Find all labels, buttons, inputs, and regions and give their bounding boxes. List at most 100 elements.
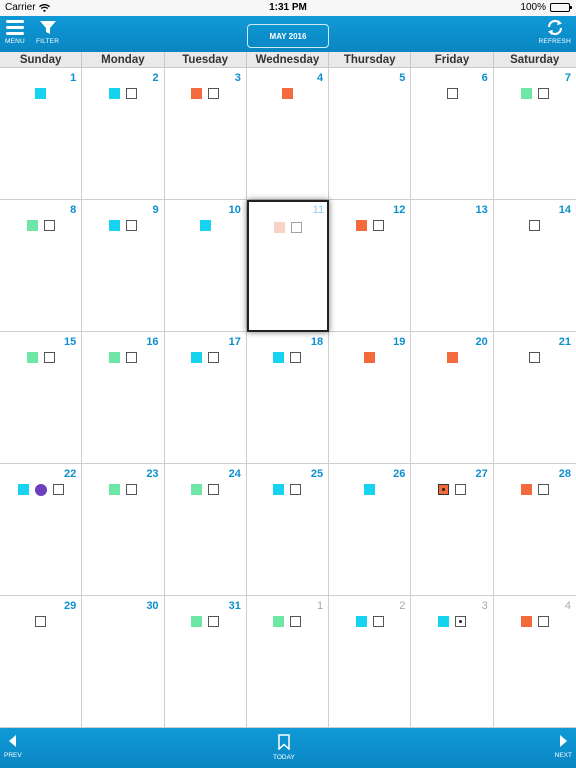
cyan-event-marker[interactable]: [17, 484, 29, 495]
cyan-event-marker[interactable]: [108, 220, 120, 231]
empty-event-checkbox[interactable]: [372, 220, 384, 231]
cyan-event-marker[interactable]: [273, 484, 285, 495]
green-event-marker[interactable]: [108, 484, 120, 495]
day-cell[interactable]: 6: [411, 68, 494, 200]
empty-event-checkbox[interactable]: [290, 616, 302, 627]
cyan-event-marker[interactable]: [35, 88, 47, 99]
day-cell[interactable]: 2: [329, 596, 412, 728]
day-cell[interactable]: 5: [329, 68, 412, 200]
purple-event-dot[interactable]: [34, 484, 47, 496]
empty-event-checkbox[interactable]: [208, 484, 220, 495]
day-cell[interactable]: 15: [0, 332, 83, 464]
event-markers: [0, 88, 81, 99]
empty-event-checkbox[interactable]: [43, 352, 55, 363]
empty-event-checkbox[interactable]: [208, 352, 220, 363]
orange-event-marker[interactable]: [520, 616, 532, 627]
green-event-marker[interactable]: [26, 220, 38, 231]
peach-event-marker[interactable]: [273, 222, 285, 233]
green-event-marker[interactable]: [191, 484, 203, 495]
empty-event-checkbox[interactable]: [125, 220, 137, 231]
day-cell[interactable]: 3: [411, 596, 494, 728]
empty-event-checkbox[interactable]: [537, 616, 549, 627]
day-cell[interactable]: 8: [0, 200, 83, 332]
empty-event-checkbox[interactable]: [290, 352, 302, 363]
day-cell[interactable]: 10: [164, 200, 247, 332]
day-cell[interactable]: 2: [82, 68, 165, 200]
day-cell-today[interactable]: 11: [246, 200, 330, 332]
day-cell[interactable]: 25: [246, 464, 330, 596]
green-event-marker[interactable]: [520, 88, 532, 99]
day-cell[interactable]: 30: [82, 596, 165, 728]
day-cell[interactable]: 1: [246, 596, 330, 728]
orange-event-marker[interactable]: [446, 352, 458, 363]
day-cell[interactable]: 4: [246, 68, 330, 200]
empty-event-checkbox[interactable]: [52, 484, 64, 495]
cyan-event-marker[interactable]: [199, 220, 211, 231]
empty-event-checkbox[interactable]: [372, 616, 384, 627]
day-cell[interactable]: 13: [411, 200, 494, 332]
cyan-event-marker[interactable]: [438, 616, 450, 627]
cyan-event-marker[interactable]: [355, 616, 367, 627]
green-event-marker[interactable]: [191, 616, 203, 627]
day-cell[interactable]: 16: [82, 332, 165, 464]
month-selector-button[interactable]: MAY 2016: [247, 24, 329, 48]
green-event-marker[interactable]: [108, 352, 120, 363]
day-cell[interactable]: 31: [164, 596, 247, 728]
today-button[interactable]: TODAY: [273, 734, 295, 761]
cyan-event-marker[interactable]: [108, 88, 120, 99]
cyan-event-marker[interactable]: [273, 352, 285, 363]
empty-event-checkbox[interactable]: [529, 352, 541, 363]
orange-event-marker[interactable]: [355, 220, 367, 231]
day-cell[interactable]: 22: [0, 464, 83, 596]
event-markers: [247, 616, 328, 627]
day-cell[interactable]: 14: [493, 200, 576, 332]
day-cell[interactable]: 7: [493, 68, 576, 200]
refresh-button[interactable]: REFRESH: [539, 19, 571, 45]
empty-event-checkbox[interactable]: [537, 484, 549, 495]
cyan-event-marker[interactable]: [191, 352, 203, 363]
dotted-event-checkbox[interactable]: [455, 616, 467, 627]
day-cell[interactable]: 21: [493, 332, 576, 464]
day-cell[interactable]: 26: [329, 464, 412, 596]
day-cell[interactable]: 24: [164, 464, 247, 596]
orange-event-marker[interactable]: [191, 88, 203, 99]
green-event-marker[interactable]: [273, 616, 285, 627]
day-cell[interactable]: 23: [82, 464, 165, 596]
next-button[interactable]: NEXT: [555, 734, 572, 759]
empty-event-checkbox[interactable]: [125, 352, 137, 363]
empty-event-checkbox[interactable]: [35, 616, 47, 627]
day-cell[interactable]: 29: [0, 596, 83, 728]
empty-event-checkbox[interactable]: [208, 616, 220, 627]
empty-event-checkbox[interactable]: [125, 484, 137, 495]
empty-event-checkbox[interactable]: [290, 484, 302, 495]
menu-button[interactable]: MENU: [5, 19, 25, 45]
empty-event-checkbox[interactable]: [446, 88, 458, 99]
empty-event-checkbox[interactable]: [455, 484, 467, 495]
filter-button[interactable]: FILTER: [36, 19, 59, 45]
day-cell[interactable]: 3: [164, 68, 247, 200]
empty-event-checkbox[interactable]: [125, 88, 137, 99]
empty-event-checkbox[interactable]: [208, 88, 220, 99]
prev-button[interactable]: PREV: [4, 734, 22, 759]
orange-dotted-event-marker[interactable]: [438, 484, 450, 495]
green-event-marker[interactable]: [26, 352, 38, 363]
empty-event-checkbox[interactable]: [529, 220, 541, 231]
bookmark-icon: [278, 734, 290, 750]
day-cell[interactable]: 18: [246, 332, 330, 464]
orange-event-marker[interactable]: [364, 352, 376, 363]
cyan-event-marker[interactable]: [364, 484, 376, 495]
empty-event-checkbox[interactable]: [537, 88, 549, 99]
day-cell[interactable]: 9: [82, 200, 165, 332]
day-cell[interactable]: 27: [411, 464, 494, 596]
empty-event-checkbox[interactable]: [43, 220, 55, 231]
day-cell[interactable]: 17: [164, 332, 247, 464]
day-cell[interactable]: 1: [0, 68, 83, 200]
day-cell[interactable]: 12: [329, 200, 412, 332]
day-cell[interactable]: 19: [329, 332, 412, 464]
orange-event-marker[interactable]: [281, 88, 293, 99]
day-cell[interactable]: 20: [411, 332, 494, 464]
orange-event-marker[interactable]: [520, 484, 532, 495]
empty-event-checkbox[interactable]: [290, 222, 302, 233]
day-cell[interactable]: 28: [493, 464, 576, 596]
day-cell[interactable]: 4: [493, 596, 576, 728]
